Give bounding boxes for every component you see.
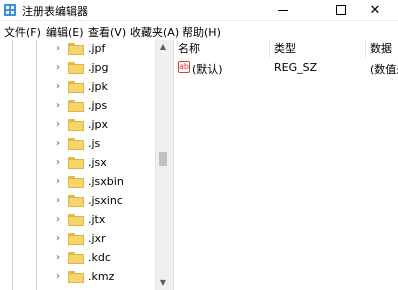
tree-item-label: .jpg xyxy=(88,61,109,74)
minimize-button[interactable] xyxy=(260,0,306,20)
folder-icon xyxy=(68,62,84,74)
chevron-right-icon[interactable]: › xyxy=(53,138,63,150)
minimize-icon xyxy=(278,9,288,11)
maximize-icon xyxy=(336,5,346,15)
chevron-right-icon[interactable]: › xyxy=(53,62,63,74)
folder-icon xyxy=(68,195,84,207)
close-icon: ✕ xyxy=(369,2,381,18)
close-button[interactable]: ✕ xyxy=(352,0,398,20)
chevron-right-icon[interactable]: › xyxy=(53,271,63,283)
folder-icon xyxy=(68,214,84,226)
tree-item-label: .jpk xyxy=(88,80,108,93)
menu-help[interactable]: 帮助(H) xyxy=(182,24,221,40)
menu-favorites[interactable]: 收藏夹(A) xyxy=(130,24,179,40)
tree-item-label: .jtx xyxy=(88,213,106,226)
value-type: REG_SZ xyxy=(274,61,318,74)
column-header-data[interactable]: 数据 xyxy=(366,40,398,58)
menu-edit[interactable]: 编辑(E) xyxy=(46,24,84,40)
tree-item-label: .jsx xyxy=(88,156,107,169)
tree-item-label: .jsxbin xyxy=(88,175,124,188)
tree-item[interactable]: › .jpk xyxy=(0,78,155,97)
tree-item-label: .jps xyxy=(88,99,108,112)
chevron-right-icon[interactable]: › xyxy=(53,100,63,112)
tree-item[interactable]: › .jpx xyxy=(0,116,155,135)
column-header-type[interactable]: 类型 xyxy=(270,40,366,58)
values-list[interactable]: 名称 类型 数据 ab (默认) REG_SZ (数值未 xyxy=(174,40,398,290)
folder-icon xyxy=(68,271,84,283)
chevron-right-icon[interactable]: › xyxy=(53,195,63,207)
menu-file[interactable]: 文件(F) xyxy=(4,24,41,40)
value-name: (默认) xyxy=(192,63,223,76)
value-data: (数值未 xyxy=(370,63,398,76)
scrollbar-thumb[interactable] xyxy=(159,152,167,166)
tree-item-label: .js xyxy=(88,137,101,150)
tree-item[interactable]: › .js xyxy=(0,135,155,154)
menu-bar: 文件(F) 编辑(E) 查看(V) 收藏夹(A) 帮助(H) xyxy=(0,21,398,41)
regedit-app-icon xyxy=(4,4,16,16)
tree-scrollbar[interactable]: ▲ ▼ xyxy=(155,40,170,290)
tree-item-label: .jxr xyxy=(88,232,106,245)
tree-item-label: .kmz xyxy=(88,270,115,283)
chevron-right-icon[interactable]: › xyxy=(53,81,63,93)
column-header-name[interactable]: 名称 xyxy=(174,40,270,58)
scroll-up-arrow-icon[interactable]: ▲ xyxy=(156,40,170,54)
tree-item[interactable]: › .jsx xyxy=(0,154,155,173)
tree-item[interactable]: › .jtx xyxy=(0,211,155,230)
folder-icon xyxy=(68,43,84,55)
tree-item[interactable]: › .kdc xyxy=(0,249,155,268)
string-value-icon: ab xyxy=(178,61,190,73)
menu-view[interactable]: 查看(V) xyxy=(88,24,126,40)
chevron-right-icon[interactable]: › xyxy=(53,252,63,264)
tree-item-label: .kdc xyxy=(88,251,111,264)
folder-icon xyxy=(68,252,84,264)
tree-item-label: .jpx xyxy=(88,118,109,131)
folder-icon xyxy=(68,138,84,150)
chevron-right-icon[interactable]: › xyxy=(53,157,63,169)
folder-icon xyxy=(68,157,84,169)
tree-item[interactable]: › .jps xyxy=(0,97,155,116)
table-row[interactable]: ab (默认) REG_SZ (数值未 xyxy=(174,59,398,77)
tree-item[interactable]: › .kmz xyxy=(0,268,155,287)
chevron-right-icon[interactable]: › xyxy=(53,43,63,55)
tree-item[interactable]: › .jsxbin xyxy=(0,173,155,192)
scroll-down-arrow-icon[interactable]: ▼ xyxy=(156,276,170,290)
chevron-right-icon[interactable]: › xyxy=(53,214,63,226)
folder-icon xyxy=(68,176,84,188)
folder-icon xyxy=(68,119,84,131)
window-title: 注册表编辑器 xyxy=(22,5,88,18)
title-bar: 注册表编辑器 ✕ xyxy=(0,0,398,21)
chevron-right-icon[interactable]: › xyxy=(53,233,63,245)
tree-item-label: .jsxinc xyxy=(88,194,123,207)
folder-icon xyxy=(68,81,84,93)
tree-item[interactable]: › .jxr xyxy=(0,230,155,249)
registry-key-tree[interactable]: › .jpf › .jpg › .jpk › .jps › .jpx › .js… xyxy=(0,40,155,290)
tree-item[interactable]: › .jpf xyxy=(0,40,155,59)
tree-item[interactable]: › .jpg xyxy=(0,59,155,78)
folder-icon xyxy=(68,233,84,245)
chevron-right-icon[interactable]: › xyxy=(53,176,63,188)
tree-item-label: .jpf xyxy=(88,42,106,55)
chevron-right-icon[interactable]: › xyxy=(53,119,63,131)
folder-icon xyxy=(68,100,84,112)
tree-item[interactable]: › .jsxinc xyxy=(0,192,155,211)
